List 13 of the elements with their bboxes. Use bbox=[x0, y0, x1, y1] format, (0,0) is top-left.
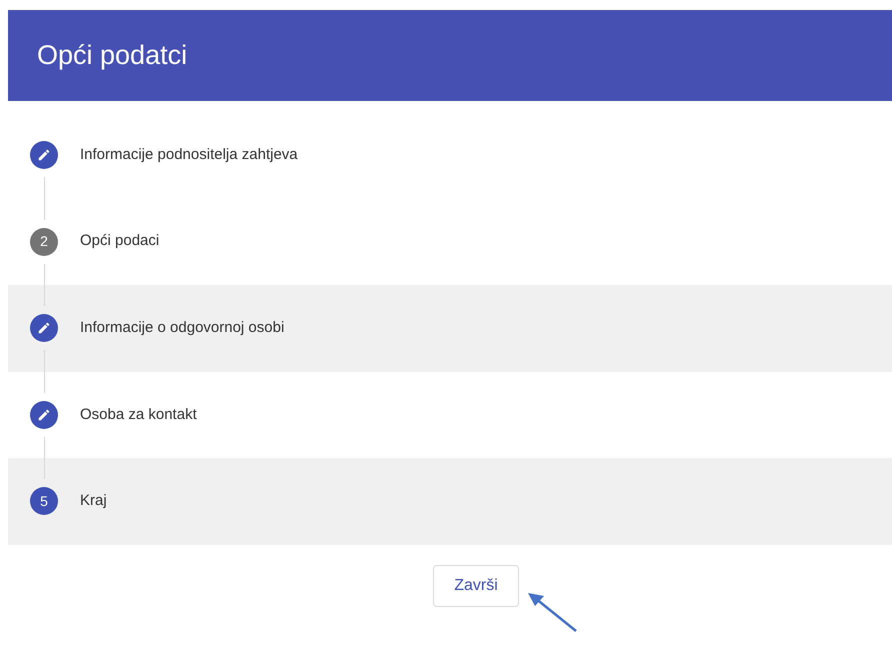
step-number: 2 bbox=[30, 228, 58, 256]
arrow bbox=[527, 592, 579, 634]
step-label: Kraj bbox=[80, 491, 107, 512]
step-row[interactable]: Osoba za kontakt bbox=[8, 372, 892, 458]
finish-button[interactable]: Završi bbox=[433, 564, 519, 607]
step-label: Informacije o odgovornoj osobi bbox=[80, 318, 284, 338]
step-label: Informacije podnositelja zahtjeva bbox=[80, 144, 298, 165]
step-row[interactable]: 5 Kraj bbox=[8, 458, 892, 545]
step-row[interactable]: Informacije o odgovornoj osobi bbox=[8, 285, 892, 372]
step-label: Opći podaci bbox=[80, 231, 160, 252]
step-label: Osoba za kontakt bbox=[80, 404, 197, 425]
step-number: 5 bbox=[30, 487, 58, 516]
header-title: Opći podatci bbox=[37, 39, 188, 72]
